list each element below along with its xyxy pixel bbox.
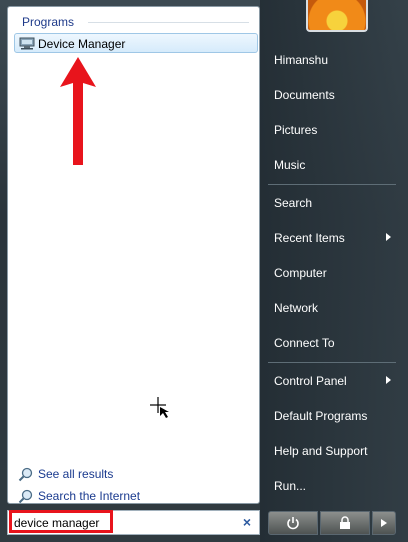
menu-item-recent-items[interactable]: Recent Items: [274, 231, 345, 245]
menu-item-music[interactable]: Music: [274, 158, 305, 172]
lock-icon: [340, 516, 350, 529]
menu-item-default-programs[interactable]: Default Programs: [274, 409, 367, 423]
magnifier-icon: [18, 489, 33, 503]
device-manager-icon: [19, 37, 35, 50]
device-manager-label: Device Manager: [38, 37, 126, 51]
menu-item-help-support[interactable]: Help and Support: [274, 444, 367, 458]
arrow-right-icon: [381, 519, 387, 527]
search-internet-link[interactable]: Search the Internet: [18, 488, 140, 504]
see-all-results-label: See all results: [38, 467, 114, 481]
menu-item-pictures[interactable]: Pictures: [274, 123, 317, 137]
see-all-results-link[interactable]: See all results: [18, 466, 113, 482]
lock-button[interactable]: [320, 511, 370, 535]
mouse-cursor-icon: [150, 397, 169, 418]
menu-item-computer[interactable]: Computer: [274, 266, 327, 280]
menu-separator: [268, 362, 396, 363]
submenu-arrow-icon: [386, 376, 391, 384]
submenu-arrow-icon: [386, 233, 391, 241]
menu-item-documents[interactable]: Documents: [274, 88, 335, 102]
programs-header: Programs: [22, 15, 75, 29]
shutdown-options-button[interactable]: [372, 511, 396, 535]
start-menu-left-pane: Programs Device Manager See all results …: [7, 6, 260, 504]
device-manager-result[interactable]: Device Manager: [14, 33, 258, 53]
power-button[interactable]: [268, 511, 318, 535]
magnifier-icon: [18, 467, 33, 481]
menu-item-run[interactable]: Run...: [274, 479, 306, 493]
menu-item-search[interactable]: Search: [274, 196, 312, 210]
programs-divider: [88, 22, 249, 23]
power-icon: [287, 517, 299, 530]
user-picture-icon[interactable]: [306, 0, 368, 32]
menu-separator: [268, 184, 396, 185]
search-internet-label: Search the Internet: [38, 489, 141, 503]
menu-item-connect-to[interactable]: Connect To: [274, 336, 335, 350]
menu-item-user[interactable]: Himanshu: [274, 53, 328, 67]
search-input[interactable]: [12, 514, 116, 531]
menu-item-network[interactable]: Network: [274, 301, 318, 315]
menu-item-control-panel[interactable]: Control Panel: [274, 374, 347, 388]
red-arrow-annotation: [60, 57, 96, 165]
clear-search-icon[interactable]: ×: [243, 514, 251, 530]
start-search-box: ×: [7, 510, 260, 535]
